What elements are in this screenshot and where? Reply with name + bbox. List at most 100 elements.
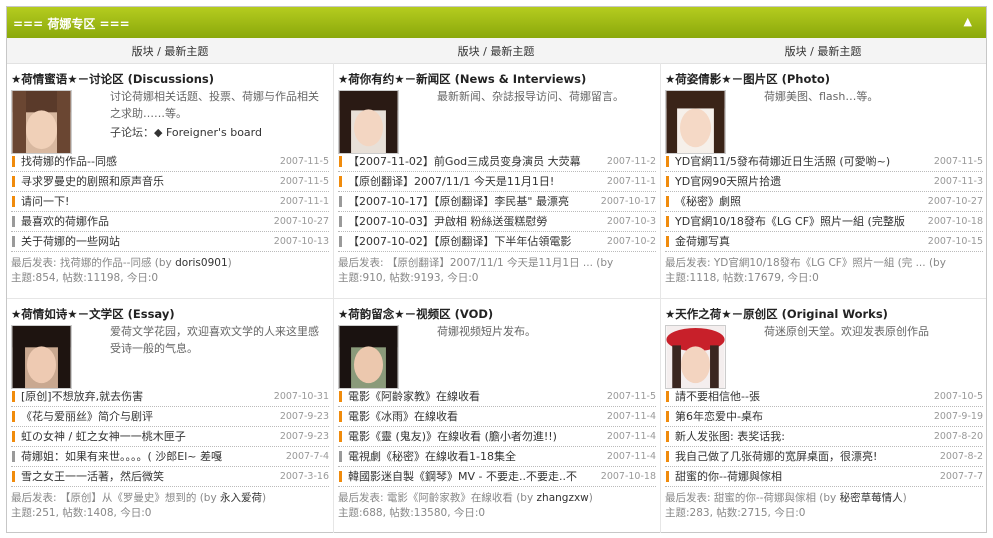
thread-row[interactable]: 請不要相信他--張 2007-10-5 — [665, 387, 983, 407]
thread-title[interactable]: 【2007-10-03】尹啟相 粉絲送蛋糕慰勞 — [348, 212, 603, 231]
thread-date: 2007-11-4 — [606, 411, 656, 422]
thread-title[interactable]: 虹の女神 / 虹之女神一一桃木匣子 — [21, 427, 276, 446]
forum-title[interactable]: ★天作之荷★－原创区 (Original Works) — [665, 306, 888, 322]
thread-title[interactable]: 寻求罗曼史的剧照和原声音乐 — [21, 172, 276, 191]
thread-row[interactable]: 【2007-10-03】尹啟相 粉絲送蛋糕慰勞 2007-10-3 — [338, 212, 656, 232]
thread-row[interactable]: 寻求罗曼史的剧照和原声音乐 2007-11-5 — [11, 172, 329, 192]
thread-marker-icon — [339, 451, 342, 462]
last-post-user[interactable]: 秘密草莓情人 — [840, 492, 903, 504]
forum-title[interactable]: ★荷姿倩影★－图片区 (Photo) — [665, 71, 830, 87]
thread-row[interactable]: 電影《靈 (鬼友)》在線收看 (膽小者勿進!!) 2007-11-4 — [338, 427, 656, 447]
thread-marker-icon — [666, 156, 669, 167]
thread-title[interactable]: 《花与爱丽丝》简介与剧评 — [21, 407, 276, 426]
thread-title[interactable]: 請不要相信他--張 — [675, 387, 930, 406]
forum-avatar[interactable] — [665, 90, 726, 154]
thread-title[interactable]: YD官網11/5發布荷娜近日生活照 (可愛喲~) — [675, 152, 930, 171]
thread-row[interactable]: 虹の女神 / 虹之女神一一桃木匣子 2007-9-23 — [11, 427, 329, 447]
thread-marker-icon — [339, 411, 342, 422]
forum-title[interactable]: ★荷你有约★－新闻区 (News & Interviews) — [338, 71, 586, 87]
column-header: 版块 / 最新主题 — [457, 45, 535, 58]
thread-title[interactable]: 電視劇《秘密》在線收看1-18集全 — [348, 447, 603, 466]
thread-title[interactable]: 最喜欢的荷娜作品 — [21, 212, 276, 231]
thread-marker-icon — [666, 451, 669, 462]
thread-row[interactable]: YD官網10/18發布《LG CF》照片一組 (完整版 2007-10-18 — [665, 212, 983, 232]
thread-marker-icon — [339, 236, 342, 247]
thread-marker-icon — [12, 431, 15, 442]
thread-row[interactable]: [原创]不想放弃,就去伤害 2007-10-31 — [11, 387, 329, 407]
thread-title[interactable]: 【2007-10-02】【原创翻译】下半年佔領電影 — [348, 232, 603, 251]
forum-block-essay: ★荷情如诗★－文学区 (Essay) 爱荷文学花园，欢迎喜欢文学的人来这里感受诗… — [11, 306, 329, 538]
forum-title[interactable]: ★荷情如诗★－文学区 (Essay) — [11, 306, 175, 322]
forum-block-news: ★荷你有约★－新闻区 (News & Interviews) 最新新闻、杂誌报导… — [338, 71, 656, 303]
thread-title[interactable]: 電影《靈 (鬼友)》在線收看 (膽小者勿進!!) — [348, 427, 603, 446]
thread-row[interactable]: 【原创翻译】2007/11/1 今天是11月1日! 2007-11-1 — [338, 172, 656, 192]
thread-title[interactable]: 荷娜姐：如果有来世。。。。( 沙郎El~ 差嘎 — [21, 447, 276, 466]
thread-row[interactable]: 【2007-11-02】前God三成员变身演员 大荧幕 2007-11-2 — [338, 152, 656, 172]
thread-title[interactable]: 雪之女王一一活著，然后微笑 — [21, 467, 276, 486]
thread-row[interactable]: 找荷娜的作品--同感 2007-11-5 — [11, 152, 329, 172]
thread-row[interactable]: 关于荷娜的一些网站 2007-10-13 — [11, 232, 329, 252]
forum-stats: 主题:251, 帖数:1408, 今日:0 — [11, 507, 152, 519]
thread-row[interactable]: 電影《冰雨》在線收看 2007-11-4 — [338, 407, 656, 427]
thread-date: 2007-9-23 — [279, 411, 329, 422]
thread-title[interactable]: 第6年恋爱中-桌布 — [675, 407, 930, 426]
forum-avatar[interactable] — [11, 90, 72, 154]
subforum-link[interactable]: ◆ Foreigner's board — [154, 126, 262, 139]
thread-row[interactable]: YD官网90天照片拾遗 2007-11-3 — [665, 172, 983, 192]
thread-title[interactable]: YD官網10/18發布《LG CF》照片一組 (完整版 — [675, 212, 930, 231]
forum-avatar[interactable] — [338, 325, 399, 389]
thread-row[interactable]: 《花与爱丽丝》简介与剧评 2007-9-23 — [11, 407, 329, 427]
thread-title[interactable]: 找荷娜的作品--同感 — [21, 152, 276, 171]
thread-row[interactable]: 甜蜜的你--荷娜與傢相 2007-7-7 — [665, 467, 983, 487]
forum-avatar[interactable] — [11, 325, 72, 389]
thread-list: 請不要相信他--張 2007-10-5 第6年恋爱中-桌布 2007-9-19 新人… — [665, 387, 983, 487]
thread-title[interactable]: 《秘密》劇照 — [675, 192, 930, 211]
thread-title[interactable]: 请问一下! — [21, 192, 276, 211]
thread-row[interactable]: 我自己做了几张荷娜的宽屏桌面，很漂亮! 2007-8-2 — [665, 447, 983, 467]
thread-title[interactable]: 【2007-11-02】前God三成员变身演员 大荧幕 — [348, 152, 603, 171]
thread-row[interactable]: 雪之女王一一活著，然后微笑 2007-3-16 — [11, 467, 329, 487]
thread-row[interactable]: 《秘密》劇照 2007-10-27 — [665, 192, 983, 212]
thread-title[interactable]: 关于荷娜的一些网站 — [21, 232, 276, 251]
thread-date: 2007-10-15 — [927, 236, 983, 247]
column-header: 版块 / 最新主题 — [131, 45, 209, 58]
thread-row[interactable]: 金荷娜写真 2007-10-15 — [665, 232, 983, 252]
thread-title[interactable]: 甜蜜的你--荷娜與傢相 — [675, 467, 930, 486]
thread-row[interactable]: 最喜欢的荷娜作品 2007-10-27 — [11, 212, 329, 232]
thread-title[interactable]: 電影《冰雨》在線收看 — [348, 407, 603, 426]
thread-title[interactable]: 我自己做了几张荷娜的宽屏桌面，很漂亮! — [675, 447, 930, 466]
thread-marker-icon — [12, 391, 15, 402]
thread-list: YD官網11/5發布荷娜近日生活照 (可愛喲~) 2007-11-5 YD官网90… — [665, 152, 983, 252]
last-post-user[interactable]: 永入爱荷 — [220, 492, 262, 504]
thread-title[interactable]: 韓國影迷自製《鋼琴》MV - 不要走..不要走..不 — [348, 467, 603, 486]
forum-description: 荷娜美图、flash…等。 — [764, 90, 879, 103]
last-post-user[interactable]: zhangzxw — [537, 492, 589, 504]
thread-row[interactable]: 電視劇《秘密》在線收看1-18集全 2007-11-4 — [338, 447, 656, 467]
thread-row[interactable]: YD官網11/5發布荷娜近日生活照 (可愛喲~) 2007-11-5 — [665, 152, 983, 172]
thread-row[interactable]: 【2007-10-02】【原创翻译】下半年佔領電影 2007-10-2 — [338, 232, 656, 252]
thread-row[interactable]: 韓國影迷自製《鋼琴》MV - 不要走..不要走..不 2007-10-18 — [338, 467, 656, 487]
thread-title[interactable]: 【原创翻译】2007/11/1 今天是11月1日! — [348, 172, 603, 191]
forum-title[interactable]: ★荷情蜜语★－讨论区 (Discussions) — [11, 71, 214, 87]
chevron-up-icon[interactable]: ▲ — [964, 15, 972, 28]
thread-title[interactable]: YD官网90天照片拾遗 — [675, 172, 930, 191]
thread-row[interactable]: 请问一下! 2007-11-1 — [11, 192, 329, 212]
thread-title[interactable]: 新人发张图: 表奖话我: — [675, 427, 930, 446]
thread-row[interactable]: 【2007-10-17】【原创翻译】李民基" 最漂亮 2007-10-17 — [338, 192, 656, 212]
thread-title[interactable]: 金荷娜写真 — [675, 232, 930, 251]
thread-title[interactable]: 【2007-10-17】【原创翻译】李民基" 最漂亮 — [348, 192, 603, 211]
forum-avatar[interactable] — [665, 325, 726, 389]
thread-date: 2007-11-5 — [279, 176, 329, 187]
thread-row[interactable]: 荷娜姐：如果有来世。。。。( 沙郎El~ 差嘎 2007-7-4 — [11, 447, 329, 467]
thread-title[interactable]: [原创]不想放弃,就去伤害 — [21, 387, 276, 406]
forum-avatar[interactable] — [338, 90, 399, 154]
thread-title[interactable]: 電影《阿齡家教》在線收看 — [348, 387, 603, 406]
last-post: 最后发表: 【原创】从《罗曼史》想到的 (by 永入爱荷) — [11, 491, 329, 506]
last-post-user[interactable]: doris0901 — [175, 257, 228, 269]
forum-description: 荷迷原创天堂。欢迎发表原创作品 — [764, 325, 929, 338]
thread-row[interactable]: 電影《阿齡家教》在線收看 2007-11-5 — [338, 387, 656, 407]
thread-row[interactable]: 第6年恋爱中-桌布 2007-9-19 — [665, 407, 983, 427]
forum-title[interactable]: ★荷韵留念★－视频区 (VOD) — [338, 306, 493, 322]
thread-marker-icon — [666, 431, 669, 442]
thread-row[interactable]: 新人发张图: 表奖话我: 2007-8-20 — [665, 427, 983, 447]
